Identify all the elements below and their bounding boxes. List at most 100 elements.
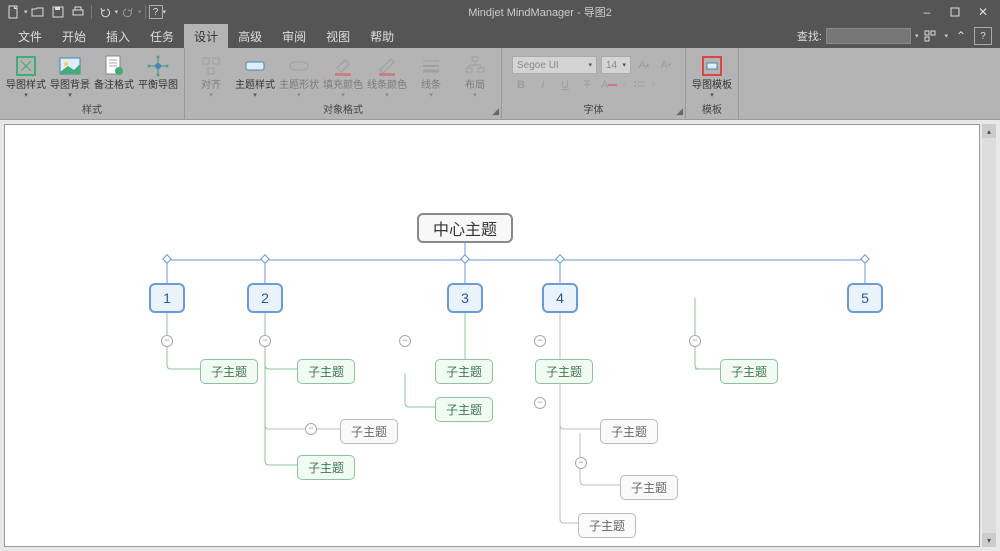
- dropdown-arrow-icon: ▾: [209, 91, 213, 99]
- menu-insert[interactable]: 插入: [96, 24, 140, 49]
- undo-button[interactable]: [95, 2, 115, 22]
- note-format-button[interactable]: 备注格式: [92, 52, 136, 93]
- collapse-ribbon-button[interactable]: ⌃: [952, 27, 970, 45]
- main-topic-4[interactable]: 4: [542, 283, 578, 313]
- search-input[interactable]: [826, 28, 911, 44]
- menu-bar: 文件 开始 插入 任务 设计 高级 审阅 视图 帮助 查找: ▾ ▾ ⌃ ?: [0, 24, 1000, 48]
- save-button[interactable]: [48, 2, 68, 22]
- menu-view[interactable]: 视图: [316, 24, 360, 49]
- sub-topic-node[interactable]: 子主题: [200, 359, 258, 384]
- collapse-toggle[interactable]: −: [259, 335, 271, 347]
- ribbon-group-styles: 导图样式▾ 导图背景▾ 备注格式 平衡导图 样式: [0, 48, 185, 119]
- title-bar: ▾ ▾ ▾ ? ▾ Mindjet MindManager - 导图2 – ✕: [0, 0, 1000, 24]
- collapse-toggle[interactable]: −: [534, 397, 546, 409]
- quick-access-toolbar: ▾ ▾ ▾ ? ▾: [4, 2, 166, 22]
- open-button[interactable]: [28, 2, 48, 22]
- font-size-value: 14: [606, 60, 617, 71]
- dropdown-arrow-icon: ▾: [622, 61, 626, 69]
- collapse-toggle[interactable]: −: [575, 457, 587, 469]
- font-group-label: 字体: [584, 105, 604, 116]
- map-style-icon: [14, 54, 38, 78]
- panel-dropdown[interactable]: ▾: [944, 32, 948, 40]
- align-icon: [199, 54, 223, 78]
- central-topic-node[interactable]: 中心主题: [417, 213, 513, 243]
- sub-topic-node[interactable]: 子主题: [435, 359, 493, 384]
- layout-button: 布局▾: [453, 52, 497, 101]
- bold-button: B: [512, 76, 530, 94]
- group-expand-button[interactable]: ◢: [676, 105, 683, 117]
- main-topic-2[interactable]: 2: [247, 283, 283, 313]
- font-size-select[interactable]: 14 ▾: [601, 56, 631, 74]
- print-button[interactable]: [68, 2, 88, 22]
- collapse-toggle[interactable]: −: [534, 335, 546, 347]
- ribbon-group-font: Segoe UI▾ 14▾ A▴ A▾ B I U T A ▾ ▾ 字体◢: [502, 48, 686, 119]
- scroll-up-button[interactable]: ▴: [982, 124, 996, 138]
- map-bg-button[interactable]: 导图背景▾: [48, 52, 92, 101]
- topic-style-button[interactable]: 主题样式▾: [233, 52, 277, 101]
- obj-format-group-label: 对象格式: [323, 105, 363, 116]
- menu-start[interactable]: 开始: [52, 24, 96, 49]
- sub-topic-node[interactable]: 子主题: [435, 397, 493, 422]
- line-color-icon: [375, 54, 399, 78]
- redo-dropdown[interactable]: ▾: [138, 8, 142, 16]
- vertical-scrollbar[interactable]: ▴ ▾: [982, 124, 996, 547]
- help-qat-button[interactable]: ?: [149, 5, 163, 19]
- collapse-toggle[interactable]: −: [305, 423, 317, 435]
- minimize-button[interactable]: –: [920, 5, 934, 19]
- strike-button: T: [578, 76, 596, 94]
- balance-map-button[interactable]: 平衡导图: [136, 52, 180, 93]
- sub-topic-node[interactable]: 子主题: [600, 419, 658, 444]
- ribbon: 导图样式▾ 导图背景▾ 备注格式 平衡导图 样式 对齐▾: [0, 48, 1000, 120]
- redo-button[interactable]: [118, 2, 138, 22]
- topic-shape-label: 主题形状: [279, 80, 319, 91]
- map-template-icon: [700, 54, 724, 78]
- new-doc-button[interactable]: [4, 2, 24, 22]
- template-group-label: 模板: [686, 105, 738, 119]
- main-topic-3[interactable]: 3: [447, 283, 483, 313]
- menu-file[interactable]: 文件: [8, 24, 52, 49]
- sub-topic-node[interactable]: 子主题: [340, 419, 398, 444]
- sub-topic-node[interactable]: 子主题: [297, 455, 355, 480]
- search-options-button[interactable]: [922, 27, 940, 45]
- sub-topic-node[interactable]: 子主题: [297, 359, 355, 384]
- menu-help[interactable]: 帮助: [360, 24, 404, 49]
- topic-style-icon: [243, 54, 267, 78]
- maximize-button[interactable]: [948, 5, 962, 19]
- sub-topic-node[interactable]: 子主题: [578, 513, 636, 538]
- underline-button: U: [556, 76, 574, 94]
- menu-review[interactable]: 审阅: [272, 24, 316, 49]
- map-style-button[interactable]: 导图样式▾: [4, 52, 48, 101]
- ribbon-group-template: 导图模板▾ 模板: [686, 48, 739, 119]
- menu-design[interactable]: 设计: [184, 24, 228, 49]
- dropdown-arrow-icon: ▾: [588, 61, 592, 69]
- menu-task[interactable]: 任务: [140, 24, 184, 49]
- main-topic-1[interactable]: 1: [149, 283, 185, 313]
- map-template-button[interactable]: 导图模板▾: [690, 52, 734, 101]
- search-dropdown[interactable]: ▾: [915, 32, 919, 40]
- grow-font-button: A▴: [635, 56, 653, 74]
- font-name-select[interactable]: Segoe UI▾: [512, 56, 597, 74]
- map-style-label: 导图样式: [6, 80, 46, 91]
- layout-icon: [463, 54, 487, 78]
- mindmap-canvas[interactable]: 中心主题 1 2 3 4 5 − − − − − − − − 子主题 子主题 子…: [4, 124, 980, 547]
- map-bg-icon: [58, 54, 82, 78]
- dropdown-arrow-icon: ▾: [385, 91, 389, 99]
- main-topic-5[interactable]: 5: [847, 283, 883, 313]
- sub-topic-node[interactable]: 子主题: [620, 475, 678, 500]
- collapse-toggle[interactable]: −: [689, 335, 701, 347]
- collapse-toggle[interactable]: −: [161, 335, 173, 347]
- group-expand-button[interactable]: ◢: [492, 105, 499, 117]
- close-button[interactable]: ✕: [976, 5, 990, 19]
- sub-topic-node[interactable]: 子主题: [535, 359, 593, 384]
- connector-lines: [5, 125, 979, 546]
- menu-advanced[interactable]: 高级: [228, 24, 272, 49]
- collapse-toggle[interactable]: −: [399, 335, 411, 347]
- shrink-font-button: A▾: [657, 56, 675, 74]
- lines-icon: [419, 54, 443, 78]
- search-label: 查找:: [797, 28, 822, 44]
- line-color-label: 线条颜色: [367, 80, 407, 91]
- sub-topic-node[interactable]: 子主题: [720, 359, 778, 384]
- styles-group-label: 样式: [0, 105, 184, 119]
- help-button[interactable]: ?: [974, 27, 992, 45]
- scroll-down-button[interactable]: ▾: [982, 533, 996, 547]
